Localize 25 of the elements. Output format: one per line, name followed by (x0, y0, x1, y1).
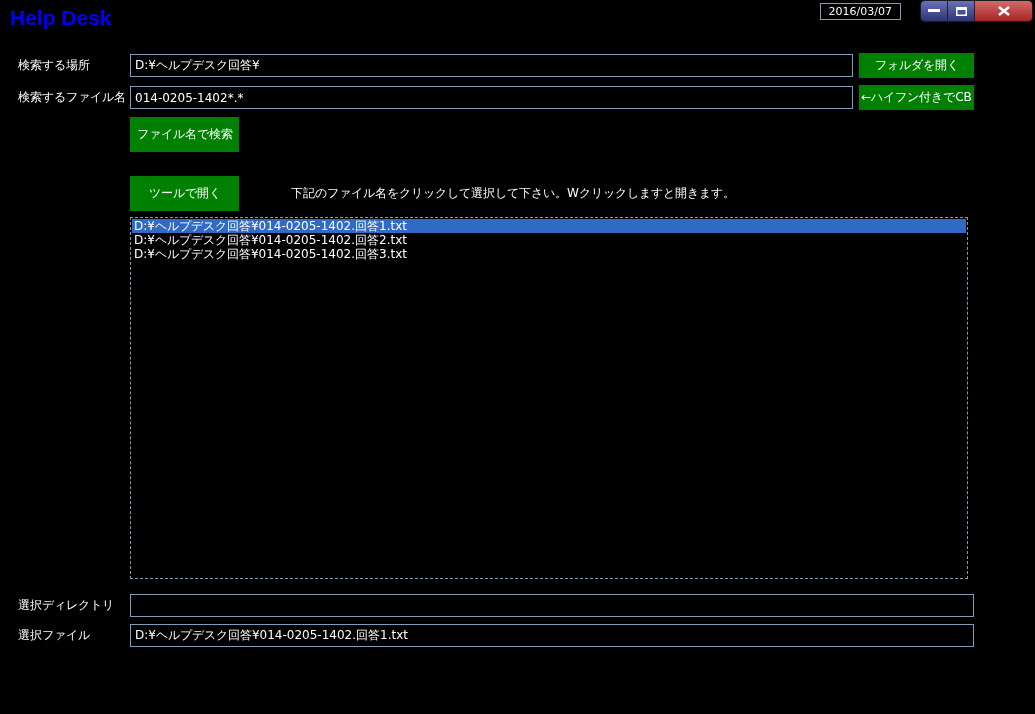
open-folder-button[interactable]: フォルダを開く (859, 53, 974, 78)
file-list[interactable]: D:¥ヘルプデスク回答¥014-0205-1402.回答1.txt D:¥ヘルプデスク回答¥014-0205-1402.回答2.txt D:¥ヘルプデスク回答¥014-0205-1402.回答3.txt (130, 217, 968, 579)
field-label: 選択ディレクトリ (18, 597, 115, 614)
minimize-icon (928, 9, 940, 13)
field-label: 検索する場所 (18, 57, 91, 74)
close-icon (997, 6, 1010, 16)
minimize-button[interactable] (921, 1, 948, 21)
date-display: 2016/03/07 (819, 3, 901, 20)
field-label: 選択ファイル (18, 627, 91, 644)
instruction-text: 下記のファイル名をクリックして選択して下さい。Wクリックしますと開きます。 (291, 185, 735, 202)
search-button[interactable]: ファイル名で検索 (130, 117, 239, 152)
file-field[interactable]: D:¥ヘルプデスク回答¥014-0205-1402.回答1.txt (130, 624, 974, 647)
file-list-item[interactable]: D:¥ヘルプデスク回答¥014-0205-1402.回答3.txt (132, 247, 966, 261)
field-label: 検索するファイル名 (18, 89, 124, 106)
app-title: Help Desk (10, 6, 112, 30)
close-button[interactable] (975, 1, 1032, 21)
file-list-item[interactable]: D:¥ヘルプデスク回答¥014-0205-1402.回答2.txt (132, 233, 966, 247)
file-list-item[interactable]: D:¥ヘルプデスク回答¥014-0205-1402.回答1.txt (132, 219, 966, 233)
open-tool-button[interactable]: ツールで開く (130, 176, 239, 211)
directory-field[interactable] (130, 594, 974, 617)
maximize-icon (955, 6, 967, 16)
filename-field[interactable]: 014-0205-1402*.* (130, 86, 853, 109)
maximize-button[interactable] (948, 1, 975, 21)
copy-button[interactable]: ←ハイフン付きでCB (859, 85, 974, 110)
location-field[interactable]: D:¥ヘルプデスク回答¥ (130, 54, 853, 77)
